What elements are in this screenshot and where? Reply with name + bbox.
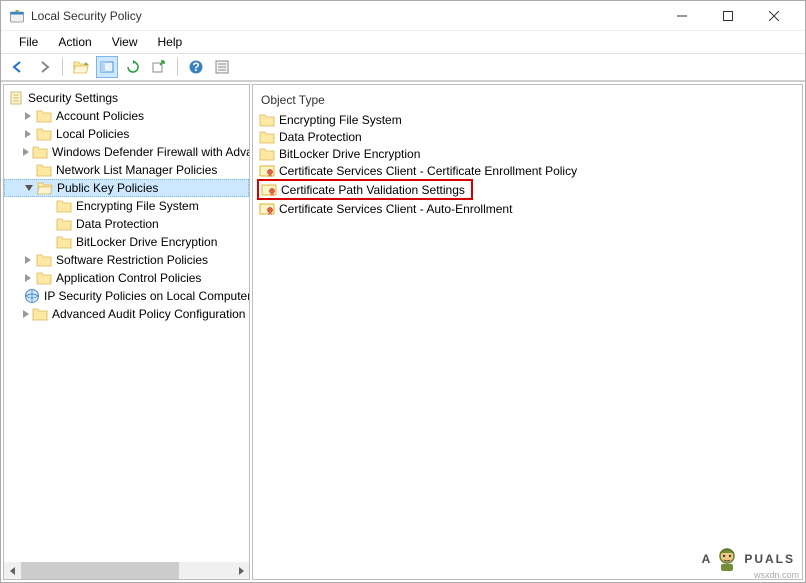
security-settings-icon: [8, 90, 24, 106]
folder-icon: [36, 126, 52, 142]
menu-view[interactable]: View: [104, 33, 146, 51]
folder-icon: [36, 108, 52, 124]
show-hide-tree-button[interactable]: [96, 56, 118, 78]
tree-label: Network List Manager Policies: [56, 163, 217, 177]
scroll-right-arrow-icon[interactable]: [232, 562, 249, 579]
folder-icon: [56, 216, 72, 232]
folder-icon: [56, 198, 72, 214]
help-button[interactable]: ?: [185, 56, 207, 78]
list-label: Data Protection: [279, 130, 362, 144]
list-item-data-protection[interactable]: Data Protection: [253, 128, 802, 145]
folder-icon: [36, 270, 52, 286]
tree-label: Local Policies: [56, 127, 129, 141]
tree-item-efs[interactable]: Encrypting File System: [4, 197, 249, 215]
tree-item-account-policies[interactable]: Account Policies: [4, 107, 249, 125]
tree-item-bitlocker[interactable]: BitLocker Drive Encryption: [4, 233, 249, 251]
folder-icon: [32, 144, 48, 160]
tree-label: Account Policies: [56, 109, 144, 123]
tree-label: Application Control Policies: [56, 271, 201, 285]
certificate-icon: [261, 182, 277, 198]
list-label: Certificate Path Validation Settings: [281, 183, 465, 197]
tree-item-software-restriction[interactable]: Software Restriction Policies: [4, 251, 249, 269]
highlight-annotation: Certificate Path Validation Settings: [257, 179, 473, 200]
maximize-button[interactable]: [705, 1, 751, 31]
close-button[interactable]: [751, 1, 797, 31]
chevron-right-icon[interactable]: [22, 272, 34, 284]
list-label: BitLocker Drive Encryption: [279, 147, 420, 161]
content-area: Security Settings Account Policies Local…: [1, 81, 805, 582]
folder-icon: [259, 112, 275, 128]
tree-item-local-policies[interactable]: Local Policies: [4, 125, 249, 143]
menu-help[interactable]: Help: [150, 33, 191, 51]
tree-label: Data Protection: [76, 217, 159, 231]
tree-label: IP Security Policies on Local Computer: [44, 289, 250, 303]
list-label: Certificate Services Client - Certificat…: [279, 164, 577, 178]
properties-button[interactable]: [211, 56, 233, 78]
tree-label: Security Settings: [28, 91, 118, 105]
list-item-cert-auto-enroll[interactable]: Certificate Services Client - Auto-Enrol…: [253, 201, 802, 218]
tree-root[interactable]: Security Settings: [4, 89, 249, 107]
chevron-right-icon[interactable]: [22, 254, 34, 266]
minimize-button[interactable]: [659, 1, 705, 31]
list-item-cert-path-validation[interactable]: Certificate Path Validation Settings: [259, 181, 471, 198]
folder-icon: [36, 252, 52, 268]
folder-icon: [32, 306, 48, 322]
window-title: Local Security Policy: [31, 9, 659, 23]
scrollbar-track[interactable]: [21, 562, 232, 579]
certificate-icon: [259, 163, 275, 179]
tree-label: Encrypting File System: [76, 199, 199, 213]
list-item-cert-enroll-policy[interactable]: Certificate Services Client - Certificat…: [253, 162, 802, 179]
left-horizontal-scrollbar[interactable]: [4, 562, 249, 579]
folder-open-icon: [37, 180, 53, 196]
export-button[interactable]: [148, 56, 170, 78]
chevron-right-icon[interactable]: [22, 146, 30, 158]
svg-text:?: ?: [192, 60, 199, 74]
chevron-right-icon[interactable]: [22, 110, 34, 122]
tree-label: Software Restriction Policies: [56, 253, 208, 267]
tree-item-advanced-audit[interactable]: Advanced Audit Policy Configuration: [4, 305, 249, 323]
folder-icon: [259, 129, 275, 145]
toolbar: ?: [1, 53, 805, 81]
tree-label: BitLocker Drive Encryption: [76, 235, 217, 249]
chevron-right-icon[interactable]: [22, 308, 30, 320]
folder-icon: [259, 146, 275, 162]
up-button[interactable]: [70, 56, 92, 78]
tree-panel: Security Settings Account Policies Local…: [3, 84, 250, 580]
certificate-icon: [259, 201, 275, 217]
list-item-efs[interactable]: Encrypting File System: [253, 111, 802, 128]
menu-action[interactable]: Action: [50, 33, 99, 51]
folder-icon: [56, 234, 72, 250]
menu-file[interactable]: File: [11, 33, 46, 51]
tree-label: Windows Defender Firewall with Advanced …: [52, 145, 250, 159]
list-label: Encrypting File System: [279, 113, 402, 127]
scrollbar-thumb[interactable]: [21, 562, 179, 579]
back-button[interactable]: [7, 56, 29, 78]
tree-label: Advanced Audit Policy Configuration: [52, 307, 245, 321]
menubar: File Action View Help: [1, 31, 805, 53]
ipsec-icon: [24, 288, 40, 304]
scroll-left-arrow-icon[interactable]: [4, 562, 21, 579]
chevron-down-icon[interactable]: [23, 182, 35, 194]
tree-item-network-list[interactable]: Network List Manager Policies: [4, 161, 249, 179]
refresh-button[interactable]: [122, 56, 144, 78]
tree-item-public-key-policies[interactable]: Public Key Policies: [4, 179, 249, 197]
list-label: Certificate Services Client - Auto-Enrol…: [279, 202, 512, 216]
app-icon: [9, 8, 25, 24]
list-item-bitlocker[interactable]: BitLocker Drive Encryption: [253, 145, 802, 162]
chevron-right-icon[interactable]: [22, 128, 34, 140]
titlebar: Local Security Policy: [1, 1, 805, 31]
folder-icon: [36, 162, 52, 178]
tree-item-app-control[interactable]: Application Control Policies: [4, 269, 249, 287]
tree-label: Public Key Policies: [57, 181, 158, 195]
tree-item-firewall[interactable]: Windows Defender Firewall with Advanced …: [4, 143, 249, 161]
tree-item-ip-security[interactable]: IP Security Policies on Local Computer: [4, 287, 249, 305]
forward-button[interactable]: [33, 56, 55, 78]
column-header-object-type[interactable]: Object Type: [253, 89, 802, 111]
tree-item-data-protection[interactable]: Data Protection: [4, 215, 249, 233]
list-panel: Object Type Encrypting File System Data …: [252, 84, 803, 580]
